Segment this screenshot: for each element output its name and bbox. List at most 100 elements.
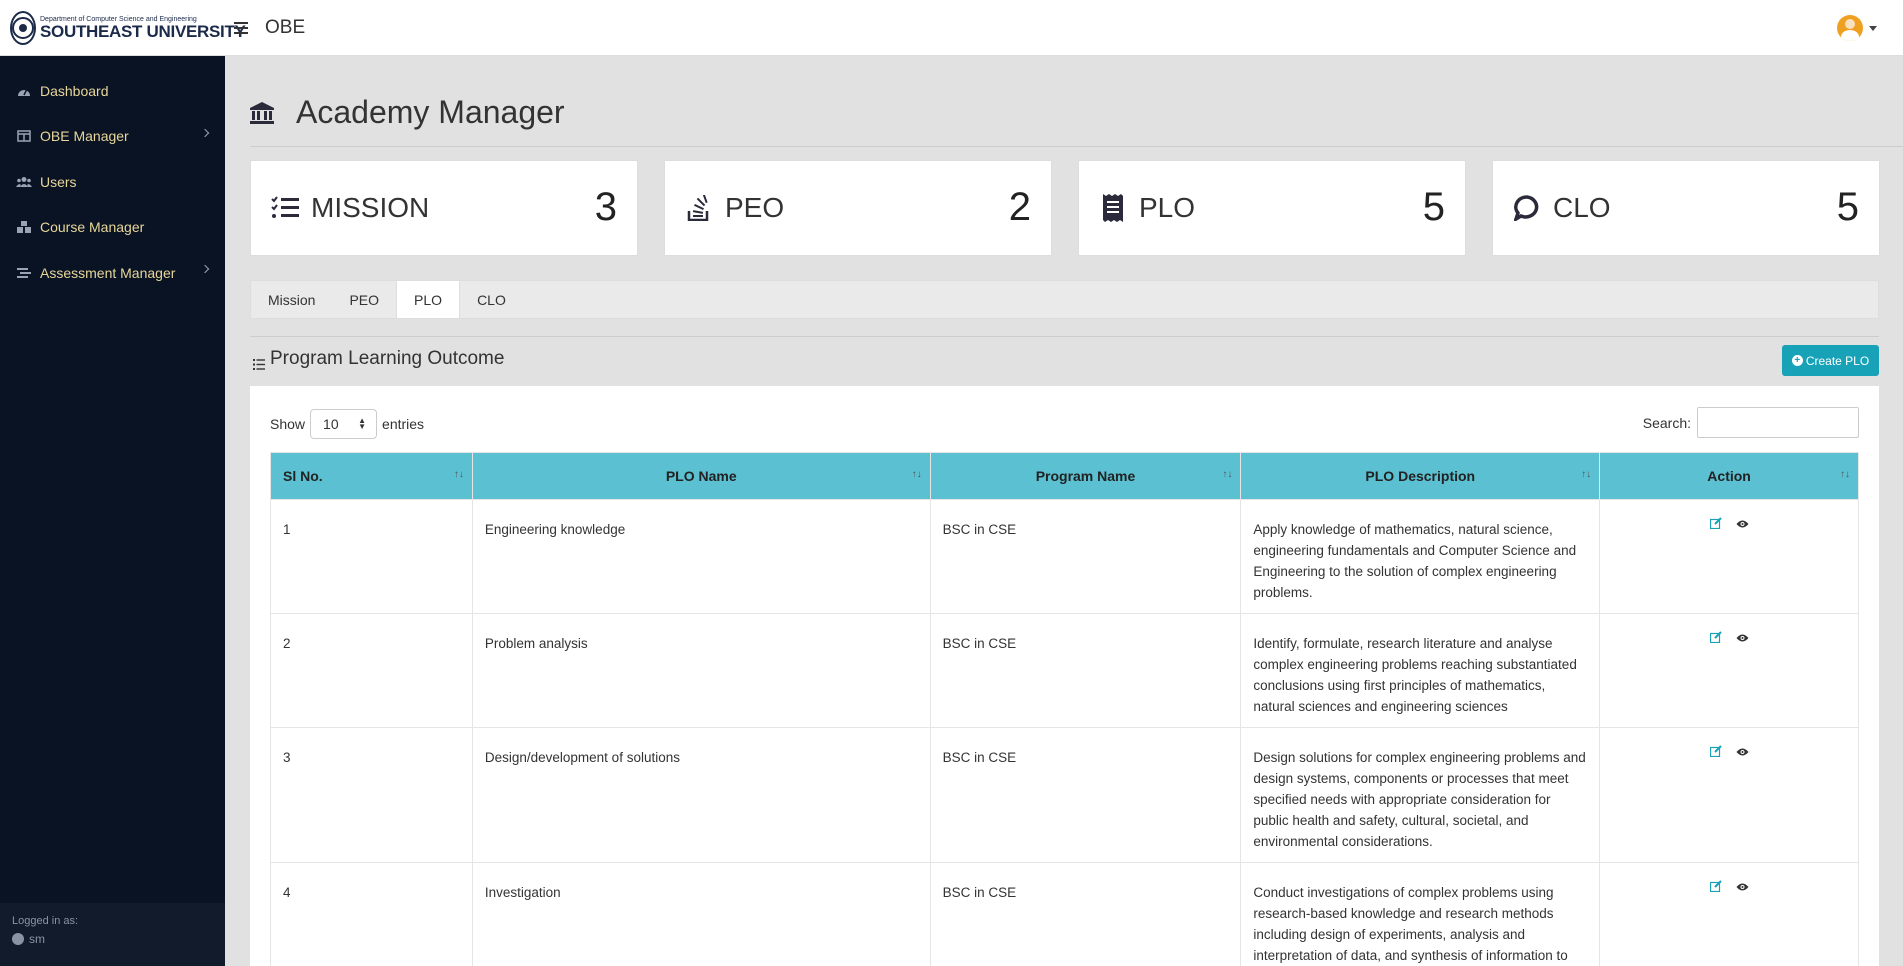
sidebar-item-obe-manager[interactable]: OBE Manager [0,114,225,160]
user-circle-icon [12,933,24,945]
cell-actions [1599,727,1859,863]
cell-plo-description: Apply knowledge of mathematics, natural … [1240,499,1601,614]
users-icon [16,175,32,189]
logged-in-panel: Logged in as: sm [0,903,225,966]
edit-icon[interactable] [1710,877,1722,893]
logged-in-username: sm [29,932,45,946]
mission-card[interactable]: MISSION 3 [250,160,638,256]
entries-value: 10 [323,416,339,432]
sidebar-item-course-manager[interactable]: Course Manager [0,205,225,251]
section-title: Program Learning Outcome [270,348,505,369]
sort-icon: ↑↓ [1581,469,1592,480]
sidebar-item-label: Assessment Manager [40,264,176,281]
table-row: 1 Engineering knowledge BSC in CSE Apply… [270,499,1859,614]
stream-icon [16,266,32,280]
card-label: MISSION [311,192,430,223]
receipt-icon [1099,194,1127,222]
cell-actions [1599,862,1859,966]
sidebar-item-label: Dashboard [40,82,109,99]
cell-plo-description: Conduct investigations of complex proble… [1240,862,1601,966]
boxes-icon [16,220,32,234]
cell-actions [1599,499,1859,614]
chevron-right-icon [200,128,210,137]
column-header-sl[interactable]: Sl No. ↑↓ [270,452,473,500]
create-plo-button[interactable]: + Create PLO [1782,345,1879,376]
user-menu[interactable] [1837,15,1877,41]
sidebar-item-label: Users [40,173,77,190]
search-label: Search: [1642,414,1691,431]
create-plo-label: Create PLO [1805,353,1870,368]
table-search: Search: [1643,407,1859,438]
view-eye-icon[interactable] [1736,628,1749,642]
dashboard-icon [16,84,32,98]
sidebar-item-dashboard[interactable]: Dashboard [0,68,225,114]
card-label: PLO [1139,192,1196,223]
cell-sl: 2 [270,613,473,728]
divider [250,336,1879,337]
cell-program-name: BSC in CSE [929,613,1242,728]
card-count: 5 [1836,185,1859,229]
plo-table-panel: Show 10 ▲ ▼ entries Search: Sl No. ↑↓ PL… [250,386,1879,966]
university-logo[interactable]: Department of Computer Science and Engin… [10,10,246,45]
search-input[interactable] [1697,407,1859,438]
main-content: Academy Manager MISSION 3 PEO 2 PLO 5 CL… [225,56,1903,966]
app-title: OBE [265,16,306,38]
tab-bar: Mission PEO PLO CLO [250,280,1879,319]
cell-program-name: BSC in CSE [929,727,1242,863]
stack-overflow-icon [685,194,713,222]
card-count: 2 [1008,185,1031,229]
sidebar-item-label: Course Manager [40,219,145,236]
show-label: Show [270,416,306,432]
tab-clo[interactable]: CLO [460,281,523,318]
clo-card[interactable]: CLO 5 [1492,160,1880,256]
bank-icon [250,101,274,124]
tab-peo[interactable]: PEO [332,281,396,318]
sort-icon: ↑↓ [1840,469,1850,480]
card-count: 5 [1422,185,1445,229]
entries-control: Show 10 ▲ ▼ entries [270,409,424,439]
table-row: 3 Design/development of solutions BSC in… [270,727,1859,863]
edit-icon[interactable] [1710,742,1722,758]
column-header-plo-description[interactable]: PLO Description ↑↓ [1240,452,1601,500]
tab-mission[interactable]: Mission [251,281,332,318]
avatar [1837,15,1863,41]
card-label: CLO [1553,192,1611,223]
entries-select[interactable]: 10 ▲ ▼ [310,409,378,439]
menu-toggle-icon[interactable] [234,21,248,34]
sidebar-item-assessment-manager[interactable]: Assessment Manager [0,250,225,296]
cell-plo-name: Engineering knowledge [471,499,931,614]
tab-plo[interactable]: PLO [396,281,461,318]
column-header-plo-name[interactable]: PLO Name ↑↓ [471,452,931,500]
sidebar: Dashboard OBE Manager Users Course Manag… [0,56,225,966]
plo-card[interactable]: PLO 5 [1078,160,1466,256]
divider [250,146,1903,147]
university-seal-icon [10,10,36,45]
list-check-icon [271,194,299,222]
edit-icon[interactable] [1710,628,1722,644]
list-icon [253,354,265,370]
cell-sl: 3 [270,727,473,863]
sort-icon: ↑↓ [1222,469,1233,480]
view-eye-icon[interactable] [1736,742,1749,756]
cell-sl: 1 [270,499,473,614]
view-eye-icon[interactable] [1736,877,1749,891]
peo-card[interactable]: PEO 2 [664,160,1052,256]
sidebar-item-label: OBE Manager [40,128,129,145]
card-label: PEO [725,192,785,223]
cell-program-name: BSC in CSE [929,499,1242,614]
card-count: 3 [594,185,617,229]
column-header-program-name[interactable]: Program Name ↑↓ [929,452,1242,500]
top-navbar: Department of Computer Science and Engin… [0,0,1903,56]
caret-down-icon [1869,25,1877,31]
edit-icon[interactable] [1710,514,1722,530]
plo-table: Sl No. ↑↓ PLO Name ↑↓ Program Name ↑↓ PLO D… [270,452,1859,966]
view-eye-icon[interactable] [1736,514,1749,528]
sidebar-item-users[interactable]: Users [0,159,225,205]
cell-plo-description: Design solutions for complex engineering… [1240,727,1601,863]
chevron-right-icon [200,264,210,274]
cell-plo-name: Problem analysis [471,613,931,728]
cell-plo-name: Investigation [471,862,931,966]
table-columns-icon [16,129,32,143]
column-header-action[interactable]: Action ↑↓ [1599,452,1859,500]
sort-icon: ↑↓ [911,469,922,480]
